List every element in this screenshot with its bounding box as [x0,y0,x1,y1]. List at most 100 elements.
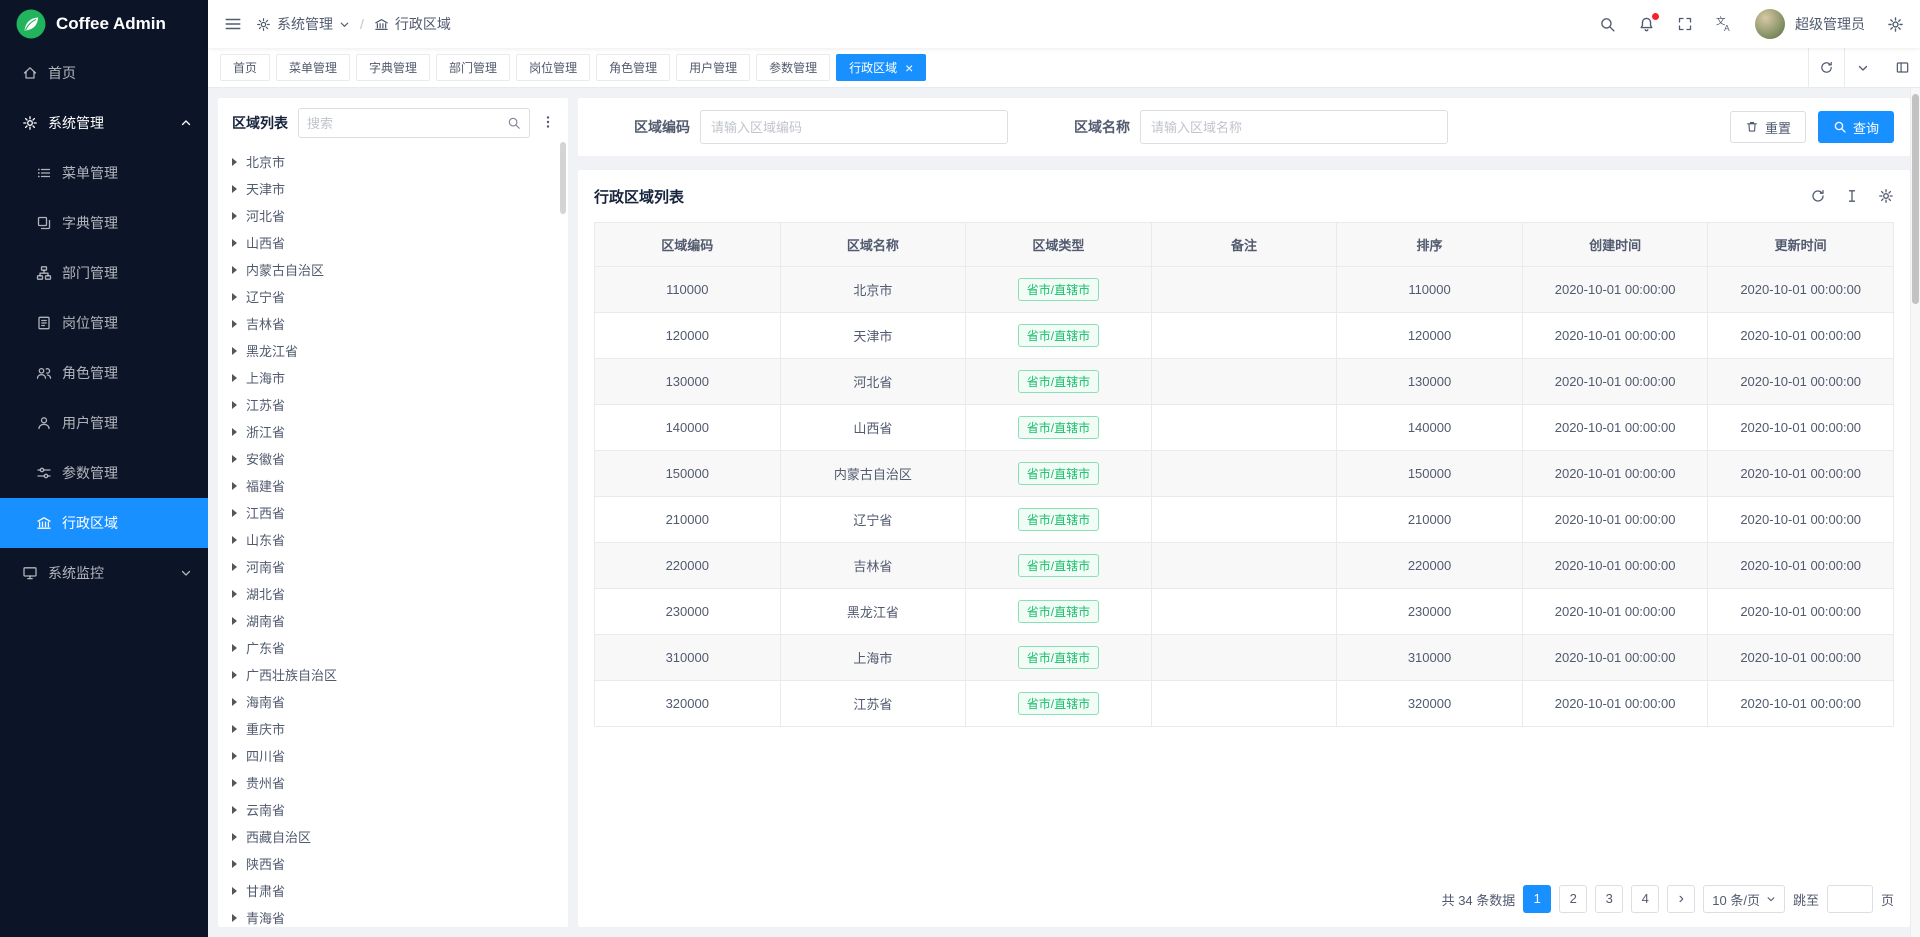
sidebar-item-menu-mgmt[interactable]: 菜单管理 [0,148,208,198]
table-row[interactable]: 120000 天津市 省市/直辖市 120000 2020-10-01 00:0… [595,313,1894,359]
caret-right-icon[interactable] [232,185,237,193]
tree-node[interactable]: 上海市 [232,364,568,391]
caret-right-icon[interactable] [232,779,237,787]
chevron-down-icon[interactable] [339,19,350,30]
caret-right-icon[interactable] [232,671,237,679]
tab-close-icon[interactable] [905,61,913,75]
tree-node[interactable]: 江苏省 [232,391,568,418]
refresh-table-button[interactable] [1810,188,1826,204]
breadcrumb-section[interactable]: 系统管理 [277,14,333,34]
tree-node[interactable]: 重庆市 [232,715,568,742]
tree-search-input[interactable] [307,116,501,131]
tree-node[interactable]: 广东省 [232,634,568,661]
table-row[interactable]: 210000 辽宁省 省市/直辖市 210000 2020-10-01 00:0… [595,497,1894,543]
sidebar-item-param-mgmt[interactable]: 参数管理 [0,448,208,498]
sidebar-item-user-mgmt[interactable]: 用户管理 [0,398,208,448]
username[interactable]: 超级管理员 [1795,14,1865,34]
column-header[interactable]: 区域编码 [595,223,781,267]
tree-node[interactable]: 福建省 [232,472,568,499]
tab[interactable]: 角色管理 [596,54,670,81]
refresh-tab-button[interactable] [1808,48,1844,87]
avatar[interactable] [1755,9,1785,39]
tree-node[interactable]: 青海省 [232,904,568,927]
tree-node[interactable]: 吉林省 [232,310,568,337]
tree-node[interactable]: 河北省 [232,202,568,229]
language-button[interactable]: 文A [1715,15,1733,33]
more-actions-button[interactable] [540,114,556,133]
caret-right-icon[interactable] [232,914,237,922]
tab[interactable]: 字典管理 [356,54,430,81]
page-button[interactable]: 4 [1631,885,1659,913]
caret-right-icon[interactable] [232,806,237,814]
caret-right-icon[interactable] [232,887,237,895]
table-row[interactable]: 320000 江苏省 省市/直辖市 320000 2020-10-01 00:0… [595,681,1894,727]
column-header[interactable]: 区域名称 [780,223,966,267]
search-button[interactable] [1599,16,1616,33]
caret-right-icon[interactable] [232,401,237,409]
page-button[interactable]: 2 [1559,885,1587,913]
table-row[interactable]: 130000 河北省 省市/直辖市 130000 2020-10-01 00:0… [595,359,1894,405]
search-icon[interactable] [507,116,521,130]
caret-right-icon[interactable] [232,509,237,517]
caret-right-icon[interactable] [232,320,237,328]
tree-node[interactable]: 甘肃省 [232,877,568,904]
row-density-button[interactable] [1844,188,1860,204]
column-header[interactable]: 更新时间 [1708,223,1894,267]
table-row[interactable]: 150000 内蒙古自治区 省市/直辖市 150000 2020-10-01 0… [595,451,1894,497]
caret-right-icon[interactable] [232,212,237,220]
sidebar-item-post-mgmt[interactable]: 岗位管理 [0,298,208,348]
caret-right-icon[interactable] [232,833,237,841]
table-row[interactable]: 310000 上海市 省市/直辖市 310000 2020-10-01 00:0… [595,635,1894,681]
column-header[interactable]: 排序 [1337,223,1523,267]
tree-node[interactable]: 云南省 [232,796,568,823]
column-header[interactable]: 区域类型 [966,223,1152,267]
region-name-input[interactable] [1140,110,1448,144]
caret-right-icon[interactable] [232,536,237,544]
tab[interactable]: 菜单管理 [276,54,350,81]
tab[interactable]: 用户管理 [676,54,750,81]
tab[interactable]: 参数管理 [756,54,830,81]
fullscreen-button[interactable] [1677,16,1693,32]
page-button[interactable]: 3 [1595,885,1623,913]
caret-right-icon[interactable] [232,482,237,490]
tree-node[interactable]: 天津市 [232,175,568,202]
tree-node[interactable]: 海南省 [232,688,568,715]
notifications-button[interactable] [1638,16,1655,33]
tab[interactable]: 部门管理 [436,54,510,81]
layout-setting-button[interactable] [1884,48,1920,87]
column-header[interactable]: 备注 [1151,223,1337,267]
reset-button[interactable]: 重置 [1730,111,1806,143]
caret-right-icon[interactable] [232,239,237,247]
region-code-input[interactable] [700,110,1008,144]
caret-right-icon[interactable] [232,563,237,571]
caret-right-icon[interactable] [232,590,237,598]
caret-right-icon[interactable] [232,374,237,382]
tree-node[interactable]: 江西省 [232,499,568,526]
caret-right-icon[interactable] [232,428,237,436]
tab[interactable]: 首页 [220,54,270,81]
table-row[interactable]: 220000 吉林省 省市/直辖市 220000 2020-10-01 00:0… [595,543,1894,589]
tree-node[interactable]: 陕西省 [232,850,568,877]
table-row[interactable]: 110000 北京市 省市/直辖市 110000 2020-10-01 00:0… [595,267,1894,313]
table-row[interactable]: 230000 黑龙江省 省市/直辖市 230000 2020-10-01 00:… [595,589,1894,635]
caret-right-icon[interactable] [232,725,237,733]
caret-right-icon[interactable] [232,644,237,652]
table-row[interactable]: 140000 山西省 省市/直辖市 140000 2020-10-01 00:0… [595,405,1894,451]
tree-node[interactable]: 黑龙江省 [232,337,568,364]
caret-right-icon[interactable] [232,698,237,706]
tree-node[interactable]: 广西壮族自治区 [232,661,568,688]
sidebar-item-role-mgmt[interactable]: 角色管理 [0,348,208,398]
scrollbar-thumb[interactable] [1912,94,1919,304]
caret-right-icon[interactable] [232,752,237,760]
tree-scrollbar-thumb[interactable] [560,142,566,214]
settings-button[interactable] [1887,16,1904,33]
tab-options-button[interactable] [1844,48,1880,87]
tree-node[interactable]: 山东省 [232,526,568,553]
caret-right-icon[interactable] [232,860,237,868]
sidebar-item-region[interactable]: 行政区域 [0,498,208,548]
column-settings-button[interactable] [1878,188,1894,204]
next-page-button[interactable] [1667,885,1695,913]
column-header[interactable]: 创建时间 [1522,223,1708,267]
caret-right-icon[interactable] [232,293,237,301]
page-button[interactable]: 1 [1523,885,1551,913]
